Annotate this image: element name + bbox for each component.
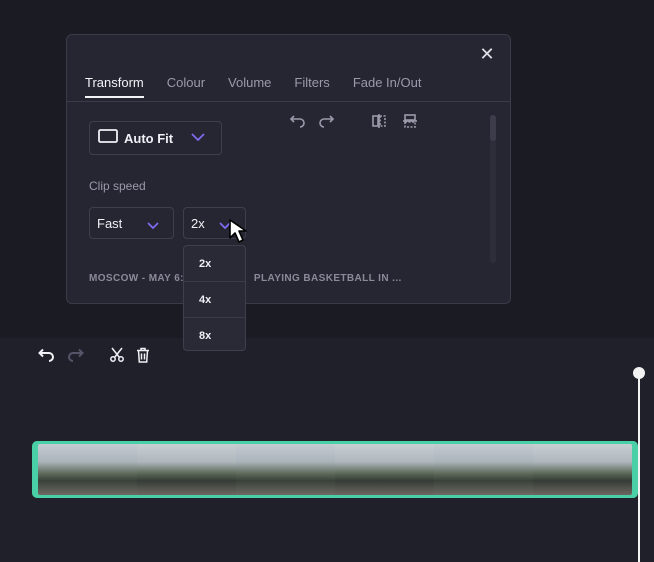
clip-thumbnail bbox=[137, 444, 236, 495]
flip-vertical-icon[interactable] bbox=[400, 111, 420, 131]
aspect-ratio-icon bbox=[98, 128, 118, 148]
redo-icon[interactable] bbox=[317, 111, 337, 131]
tab-fade-in-out[interactable]: Fade In/Out bbox=[353, 75, 422, 98]
clip-thumbnail bbox=[236, 444, 335, 495]
tab-volume[interactable]: Volume bbox=[228, 75, 271, 98]
undo-icon[interactable] bbox=[287, 111, 307, 131]
clip-caption-end: PLAYING BASKETBALL IN ... bbox=[253, 273, 402, 284]
speed-multiplier-value: 2x bbox=[191, 215, 205, 231]
clip-thumbnail bbox=[434, 444, 533, 495]
speed-mode-value: Fast bbox=[97, 215, 123, 231]
close-icon[interactable]: ✕ bbox=[478, 45, 496, 63]
speed-option-4x[interactable]: 4x bbox=[184, 282, 245, 318]
redo-icon[interactable] bbox=[67, 346, 85, 364]
chevron-down-icon bbox=[191, 129, 205, 147]
clip-thumbnails bbox=[38, 444, 632, 495]
clip-thumbnail bbox=[335, 444, 434, 495]
panel-scroll-thumb[interactable] bbox=[490, 115, 496, 141]
tab-colour[interactable]: Colour bbox=[167, 75, 205, 98]
flip-horizontal-icon[interactable] bbox=[369, 111, 389, 131]
speed-options-menu: 2x 4x 8x bbox=[183, 245, 246, 351]
clip-thumbnail bbox=[533, 444, 632, 495]
tab-filters[interactable]: Filters bbox=[294, 75, 329, 98]
fit-dropdown[interactable]: Auto Fit bbox=[89, 121, 222, 155]
tab-transform[interactable]: Transform bbox=[85, 75, 144, 98]
video-clip[interactable] bbox=[32, 441, 638, 498]
clip-thumbnail bbox=[38, 444, 137, 495]
clip-caption-start: MOSCOW - MAY 6: bbox=[89, 273, 184, 284]
split-icon[interactable] bbox=[108, 346, 126, 364]
playhead-line[interactable] bbox=[638, 374, 640, 562]
speed-option-8x[interactable]: 8x bbox=[184, 318, 245, 353]
chevron-down-icon bbox=[147, 218, 159, 233]
property-tabs: Transform Colour Volume Filters Fade In/… bbox=[85, 75, 421, 98]
fit-dropdown-value: Auto Fit bbox=[124, 130, 174, 146]
delete-icon[interactable] bbox=[134, 346, 152, 364]
clip-properties-panel: ✕ Transform Colour Volume Filters Fade I… bbox=[66, 34, 511, 304]
tab-divider bbox=[67, 101, 510, 102]
speed-option-2x[interactable]: 2x bbox=[184, 246, 245, 282]
mouse-pointer-icon bbox=[228, 218, 252, 249]
playhead-handle[interactable] bbox=[633, 367, 645, 379]
clip-speed-label: Clip speed bbox=[89, 179, 146, 193]
speed-mode-dropdown[interactable]: Fast bbox=[89, 207, 174, 239]
undo-icon[interactable] bbox=[37, 346, 55, 364]
